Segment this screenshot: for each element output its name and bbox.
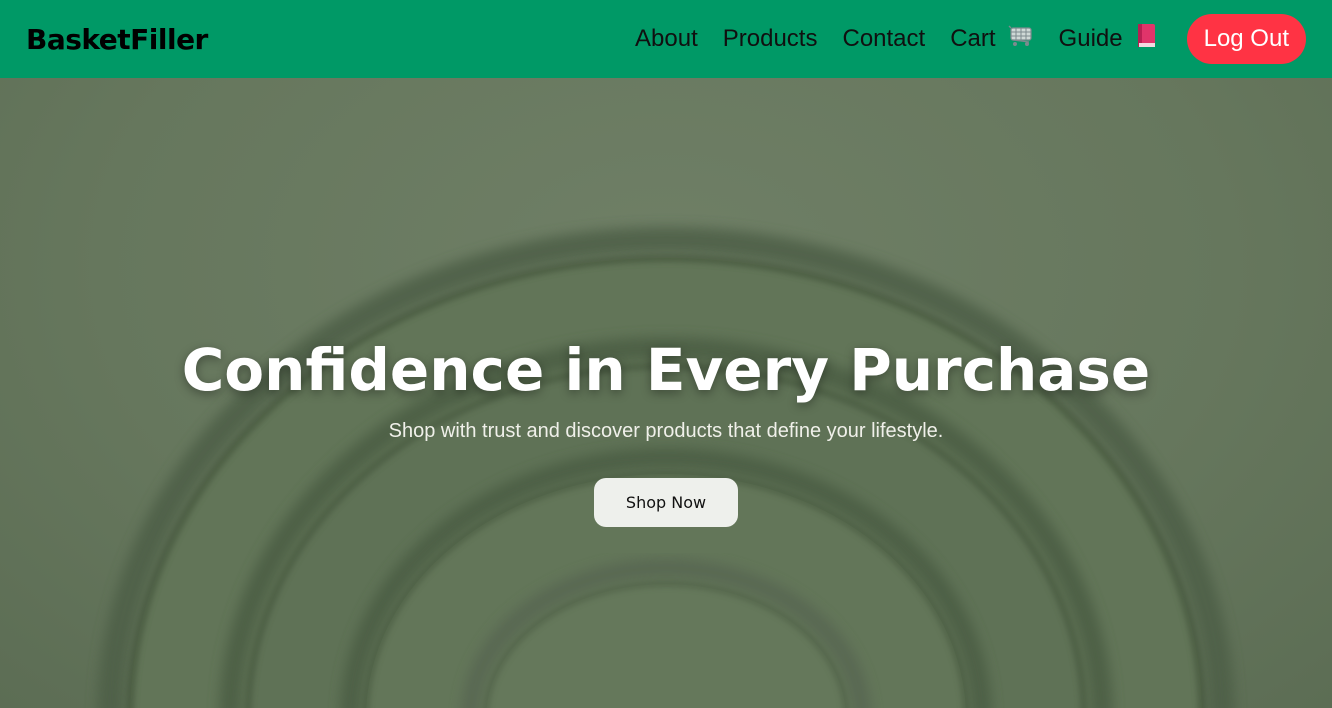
- brand-logo[interactable]: BasketFiller: [26, 23, 208, 56]
- nav-links: About Products Contact Cart Guide Log Ou…: [610, 14, 1306, 64]
- nav-link-cart[interactable]: Cart: [950, 25, 1033, 54]
- hero-subtitle: Shop with trust and discover products th…: [388, 420, 944, 442]
- logout-button[interactable]: Log Out: [1186, 14, 1306, 64]
- shop-now-button[interactable]: Shop Now: [594, 478, 738, 527]
- nav-link-guide[interactable]: Guide: [1059, 23, 1157, 56]
- nav-link-about[interactable]: About: [635, 25, 698, 53]
- shopping-cart-icon: [1008, 25, 1034, 54]
- hero-title: Confidence in Every Purchase: [181, 336, 1151, 404]
- nav-link-products[interactable]: Products: [723, 25, 818, 53]
- book-icon: [1135, 23, 1157, 56]
- nav-link-contact[interactable]: Contact: [842, 25, 925, 53]
- top-navbar: BasketFiller About Products Contact Cart: [0, 0, 1332, 78]
